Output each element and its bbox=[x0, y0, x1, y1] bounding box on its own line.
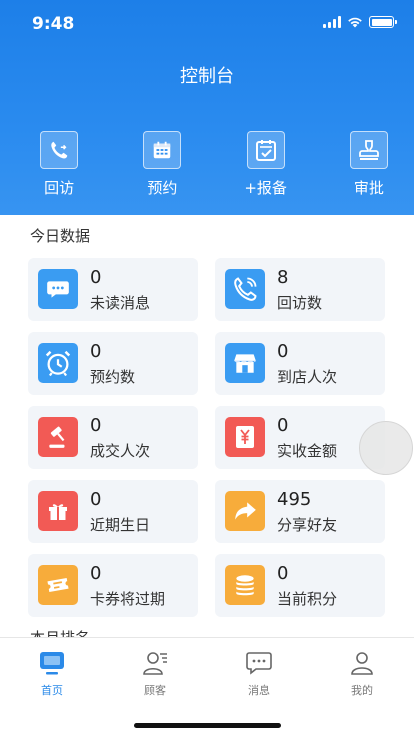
section-title-ranking: 本月排名 bbox=[30, 627, 90, 637]
quick-action-appointment[interactable]: 预约 bbox=[117, 131, 207, 198]
tab-label: 我的 bbox=[351, 684, 373, 697]
gavel-icon bbox=[38, 417, 78, 457]
quick-action-label: +报备 bbox=[244, 179, 287, 197]
battery-icon bbox=[369, 16, 397, 28]
stat-value: 0 bbox=[90, 489, 102, 510]
stat-value: 0 bbox=[90, 563, 102, 584]
message-icon bbox=[246, 652, 272, 675]
stat-value: 0 bbox=[277, 341, 289, 362]
quick-actions: 回访 预约 +报备 审批 bbox=[0, 131, 414, 198]
tab-home[interactable]: 首页 bbox=[22, 650, 82, 698]
coins-icon bbox=[225, 565, 265, 605]
tab-bar: 首页 顾客 消息 我的 bbox=[0, 637, 414, 736]
phone-icon bbox=[225, 269, 265, 309]
tab-customers[interactable]: 顾客 bbox=[125, 650, 185, 698]
monitor-icon bbox=[40, 652, 64, 675]
stat-value: 0 bbox=[90, 415, 102, 436]
quick-action-label: 回访 bbox=[44, 179, 75, 197]
wifi-icon bbox=[348, 17, 362, 28]
stat-label: 近期生日 bbox=[90, 516, 151, 534]
header: 9:48 控制台 回访 预约 +报备 审批 bbox=[0, 0, 414, 215]
stat-card-callbacks[interactable]: 8 回访数 bbox=[215, 258, 385, 321]
share-icon bbox=[225, 491, 265, 531]
stat-label: 预约数 bbox=[90, 368, 136, 386]
stat-card-deals[interactable]: 0 成交人次 bbox=[28, 406, 198, 469]
stat-value: 0 bbox=[277, 415, 289, 436]
status-bar: 9:48 bbox=[0, 0, 414, 48]
yen-icon bbox=[225, 417, 265, 457]
stat-card-store-visits[interactable]: 0 到店人次 bbox=[215, 332, 385, 395]
stat-card-unread-messages[interactable]: 0 未读消息 bbox=[28, 258, 198, 321]
stat-card-expiring-coupons[interactable]: 0 卡券将过期 bbox=[28, 554, 198, 617]
chat-bubble-icon bbox=[38, 269, 78, 309]
alarm-clock-icon bbox=[38, 343, 78, 383]
stat-card-revenue[interactable]: 0 实收金额 bbox=[215, 406, 385, 469]
stat-card-appointments[interactable]: 0 预约数 bbox=[28, 332, 198, 395]
quick-action-label: 预约 bbox=[147, 179, 178, 197]
tab-messages[interactable]: 消息 bbox=[229, 650, 289, 698]
floating-assistive-button[interactable] bbox=[359, 421, 413, 475]
stat-value: 495 bbox=[277, 489, 312, 510]
gift-icon bbox=[38, 491, 78, 531]
tab-label: 顾客 bbox=[144, 684, 166, 697]
clipboard-check-icon bbox=[246, 131, 285, 169]
stat-value: 8 bbox=[277, 267, 289, 288]
stat-label: 卡券将过期 bbox=[90, 590, 166, 608]
store-icon bbox=[225, 343, 265, 383]
tab-profile[interactable]: 我的 bbox=[332, 650, 392, 698]
tab-label: 消息 bbox=[248, 684, 270, 697]
section-title-today: 今日数据 bbox=[30, 227, 91, 245]
stat-card-shares[interactable]: 495 分享好友 bbox=[215, 480, 385, 543]
stat-value: 0 bbox=[90, 267, 102, 288]
status-time: 9:48 bbox=[32, 14, 75, 34]
home-indicator bbox=[134, 723, 281, 728]
stat-card-points[interactable]: 0 当前积分 bbox=[215, 554, 385, 617]
calendar-icon bbox=[143, 131, 182, 169]
stat-value: 0 bbox=[90, 341, 102, 362]
stat-label: 当前积分 bbox=[277, 590, 338, 608]
tab-label: 首页 bbox=[41, 684, 63, 697]
quick-action-callback[interactable]: 回访 bbox=[14, 131, 104, 198]
quick-action-approval[interactable]: 审批 bbox=[324, 131, 414, 198]
stat-value: 0 bbox=[277, 563, 289, 584]
quick-action-label: 审批 bbox=[353, 179, 384, 197]
ticket-icon bbox=[38, 565, 78, 605]
stat-label: 未读消息 bbox=[90, 294, 151, 312]
content: 今日数据 0 未读消息 8 回访数 0 预约数 0 到店人次 0 成交人次 0 … bbox=[0, 215, 414, 637]
stat-label: 实收金额 bbox=[277, 442, 338, 460]
quick-action-report[interactable]: +报备 bbox=[221, 131, 311, 198]
stat-label: 到店人次 bbox=[277, 368, 338, 386]
stat-label: 分享好友 bbox=[277, 516, 338, 534]
stat-label: 回访数 bbox=[277, 294, 323, 312]
stat-card-birthdays[interactable]: 0 近期生日 bbox=[28, 480, 198, 543]
user-icon bbox=[351, 652, 373, 675]
phone-callback-icon bbox=[40, 131, 79, 169]
status-icons bbox=[323, 16, 397, 28]
page-title: 控制台 bbox=[180, 66, 234, 87]
stamp-icon bbox=[349, 131, 388, 169]
customer-icon bbox=[143, 652, 167, 675]
signal-icon bbox=[323, 16, 341, 28]
stat-label: 成交人次 bbox=[90, 442, 151, 460]
